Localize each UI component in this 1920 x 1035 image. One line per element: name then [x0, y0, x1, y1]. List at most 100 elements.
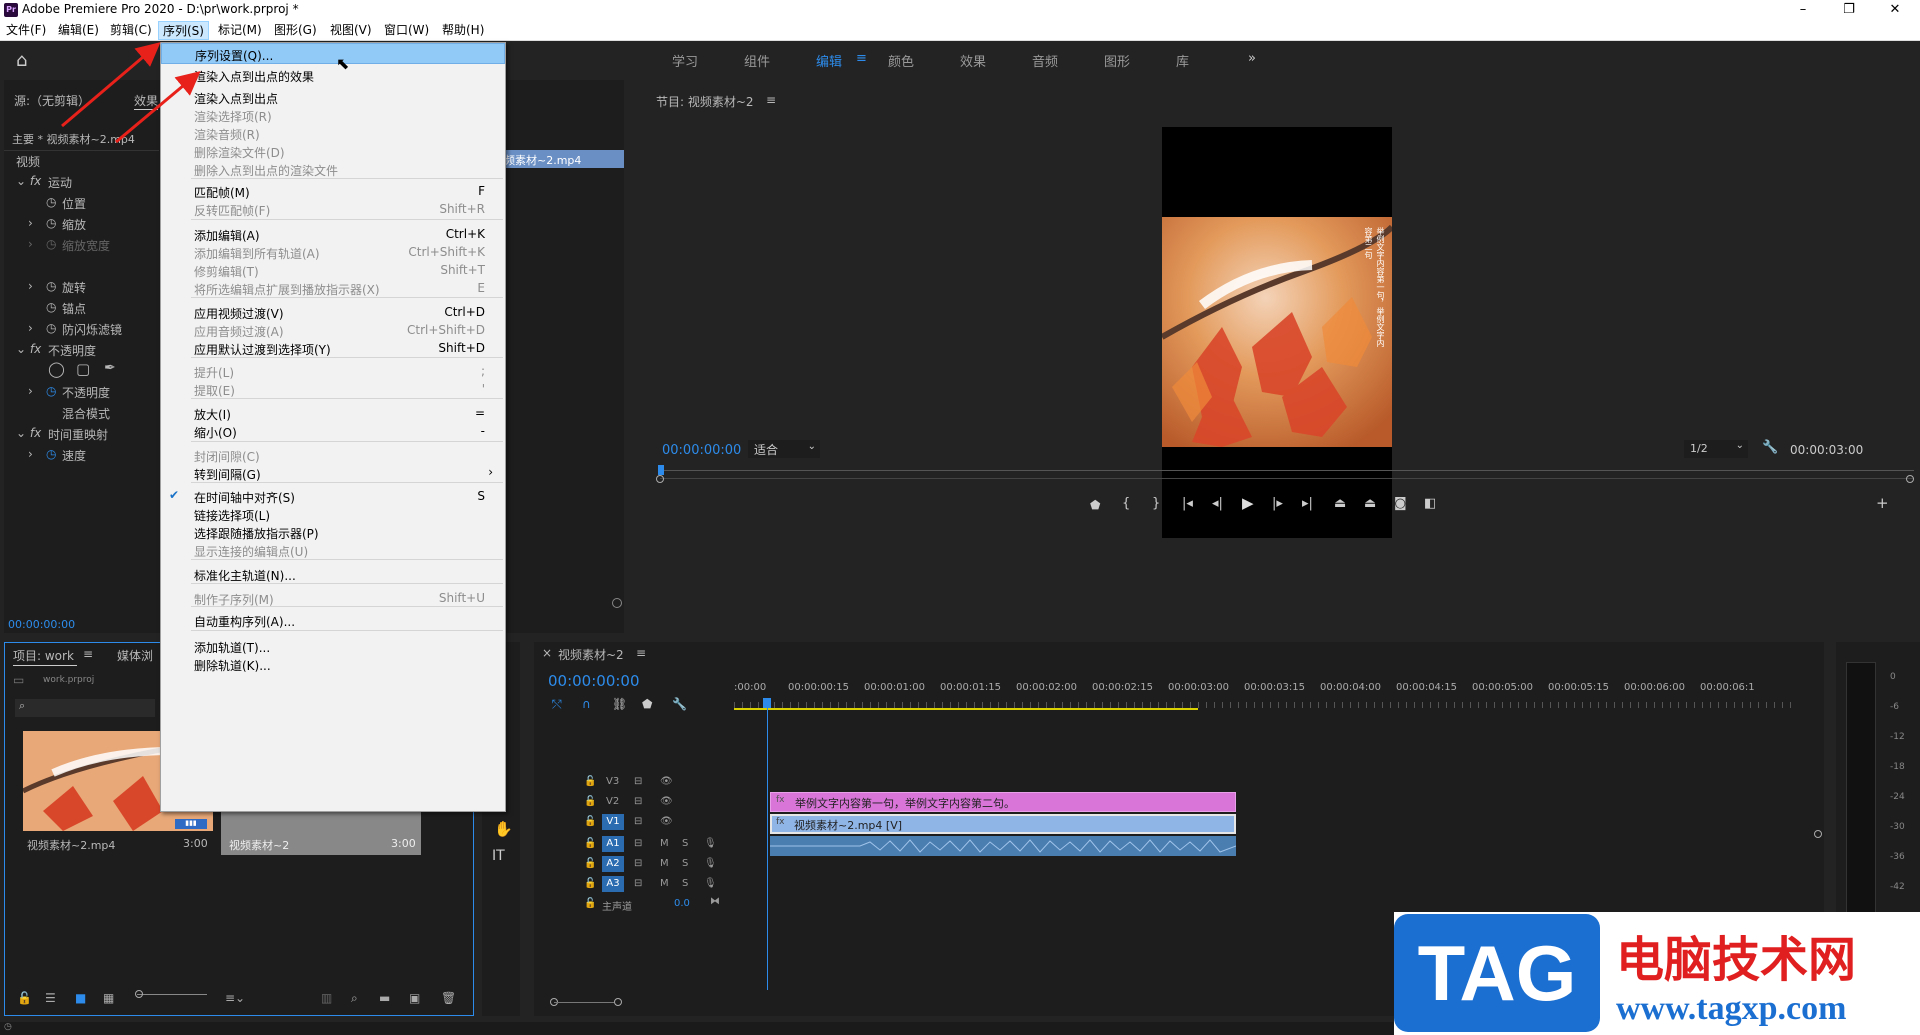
- zoom-slider[interactable]: [137, 994, 207, 995]
- clip-chip[interactable]: 频素材~2.mp4: [500, 150, 624, 168]
- sync-lock-icon[interactable]: ⊟: [634, 878, 642, 889]
- workspace-color[interactable]: 颜色: [888, 51, 914, 70]
- program-timecode[interactable]: 00:00:00:00: [662, 443, 741, 458]
- hand-tool-icon[interactable]: ✋: [494, 820, 513, 838]
- v1-video-clip[interactable]: 视频素材~2.mp4 [V]: [770, 814, 1236, 834]
- master-end-icon[interactable]: ⧓: [710, 896, 720, 907]
- find-icon[interactable]: ⌕: [351, 991, 358, 1006]
- more-workspaces-icon[interactable]: »: [1248, 51, 1256, 66]
- expand-icon[interactable]: ⌄ fx: [16, 174, 41, 188]
- lock-icon[interactable]: 🔓: [584, 878, 596, 889]
- solo-button[interactable]: S: [682, 878, 688, 889]
- lock-icon[interactable]: 🔓: [584, 858, 596, 869]
- mic-icon[interactable]: 🎙: [704, 838, 717, 849]
- eye-icon[interactable]: 👁: [660, 816, 673, 827]
- menu-item[interactable]: 自动重构序列(A)...: [161, 610, 505, 631]
- tab-media-browser[interactable]: 媒体浏: [117, 647, 153, 664]
- pen-mask-icon[interactable]: ✒: [104, 360, 116, 376]
- stopwatch-icon[interactable]: ◷: [46, 321, 56, 335]
- trash-icon[interactable]: 🗑: [441, 991, 456, 1005]
- timeline-timecode[interactable]: 00:00:00:00: [548, 672, 640, 690]
- icon-view-icon[interactable]: ■: [75, 991, 86, 1005]
- playhead-handle[interactable]: [763, 698, 771, 708]
- new-bin-icon[interactable]: ▬: [379, 991, 390, 1005]
- time-ruler[interactable]: :00:00 00:00:00:15 00:00:01:00 00:00:01:…: [734, 680, 1794, 710]
- wrench-icon[interactable]: 🔧: [1762, 440, 1778, 455]
- expand-icon[interactable]: ›: [28, 237, 33, 251]
- close-icon[interactable]: ×: [542, 646, 552, 660]
- linked-selection-icon[interactable]: ⛓: [612, 697, 627, 711]
- ellipse-mask-icon[interactable]: ◯: [48, 360, 65, 378]
- menu-item[interactable]: 应用默认过渡到选择项(Y) Shift+D: [161, 338, 505, 359]
- mark-in-icon[interactable]: {: [1122, 496, 1130, 511]
- sort-icon[interactable]: ≡⌄: [225, 991, 245, 1005]
- stopwatch-icon[interactable]: ◷: [46, 384, 56, 398]
- workspace-graphics[interactable]: 图形: [1104, 51, 1130, 70]
- sync-lock-icon[interactable]: ⊟: [634, 838, 642, 849]
- compare-icon[interactable]: ◧: [1424, 496, 1436, 511]
- timeline-zoom-bar[interactable]: [554, 1002, 614, 1003]
- add-button-icon[interactable]: +: [1876, 494, 1889, 512]
- panel-menu-icon[interactable]: ≡: [766, 93, 776, 107]
- sync-lock-icon[interactable]: ⊟: [634, 796, 642, 807]
- restore-icon[interactable]: ❐: [1826, 0, 1872, 20]
- track-label-a2[interactable]: A2: [602, 856, 624, 872]
- expand-icon[interactable]: ›: [28, 216, 33, 230]
- lock-icon[interactable]: 🔓: [584, 776, 596, 787]
- mic-icon[interactable]: 🎙: [704, 878, 717, 889]
- stopwatch-icon[interactable]: ◷: [46, 300, 56, 314]
- panel-menu-icon[interactable]: ≡: [636, 646, 646, 660]
- workspace-libraries[interactable]: 库: [1176, 51, 1189, 70]
- go-to-in-icon[interactable]: |◂: [1182, 496, 1193, 511]
- tab-project[interactable]: 项目: work: [13, 647, 74, 664]
- lock-icon[interactable]: 🔓: [584, 816, 596, 827]
- step-back-icon[interactable]: ◂|: [1212, 496, 1223, 511]
- track-label-v1[interactable]: V1: [602, 814, 624, 830]
- workspace-assembly[interactable]: 组件: [744, 51, 770, 70]
- menu-window[interactable]: 窗口(W): [380, 21, 433, 40]
- type-tool-icon[interactable]: ⅠT: [492, 848, 505, 864]
- lock-icon[interactable]: 🔓: [584, 898, 596, 909]
- add-marker-icon[interactable]: ⬟: [1090, 498, 1100, 512]
- track-label-a1[interactable]: A1: [602, 836, 624, 852]
- search-icon[interactable]: ⌕: [15, 699, 155, 717]
- program-scrubber[interactable]: [660, 470, 1914, 471]
- workspace-effects[interactable]: 效果: [960, 51, 986, 70]
- menu-item[interactable]: 缩小(O) -: [161, 421, 505, 442]
- playhead-indicator[interactable]: [658, 465, 664, 475]
- freeform-view-icon[interactable]: ▦: [103, 991, 114, 1005]
- lock-icon[interactable]: 🔓: [17, 991, 32, 1005]
- workspace-editing[interactable]: 编辑: [816, 51, 842, 70]
- track-label-a3[interactable]: A3: [602, 876, 624, 892]
- expand-icon[interactable]: ⌄ fx: [16, 342, 41, 356]
- menu-help[interactable]: 帮助(H): [438, 21, 488, 40]
- eye-icon[interactable]: 👁: [660, 776, 673, 787]
- stopwatch-icon[interactable]: ◷: [46, 279, 56, 293]
- sync-lock-icon[interactable]: ⊟: [634, 858, 642, 869]
- close-icon[interactable]: ✕: [1872, 0, 1918, 20]
- stopwatch-icon[interactable]: ◷: [46, 447, 56, 461]
- work-area-bar[interactable]: [734, 708, 1198, 710]
- a1-audio-clip[interactable]: [770, 836, 1236, 856]
- extract-icon[interactable]: ⏏: [1364, 496, 1376, 511]
- step-forward-icon[interactable]: |▸: [1272, 496, 1283, 511]
- camera-icon[interactable]: ◙: [1394, 496, 1407, 511]
- master-track-value[interactable]: 0.0: [674, 898, 690, 909]
- sync-lock-icon[interactable]: ⊟: [634, 816, 642, 827]
- new-item-icon[interactable]: ▣: [409, 991, 420, 1005]
- track-label-v2[interactable]: V2: [606, 796, 619, 807]
- lock-icon[interactable]: 🔓: [584, 838, 596, 849]
- automate-icon[interactable]: ▥: [321, 991, 332, 1005]
- mic-icon[interactable]: 🎙: [704, 858, 717, 869]
- expand-icon[interactable]: ›: [28, 321, 33, 335]
- workspace-learn[interactable]: 学习: [672, 51, 698, 70]
- rect-mask-icon[interactable]: ▢: [76, 360, 90, 378]
- eye-icon[interactable]: 👁: [660, 796, 673, 807]
- solo-button[interactable]: S: [682, 838, 688, 849]
- play-icon[interactable]: ▶: [1242, 494, 1254, 512]
- go-to-out-icon[interactable]: ▸|: [1302, 496, 1313, 511]
- lock-icon[interactable]: 🔓: [584, 796, 596, 807]
- v2-text-clip[interactable]: 举例文字内容第一句，举例文字内容第二句。: [770, 792, 1236, 812]
- expand-icon[interactable]: ›: [28, 447, 33, 461]
- scroll-handle[interactable]: [612, 598, 622, 608]
